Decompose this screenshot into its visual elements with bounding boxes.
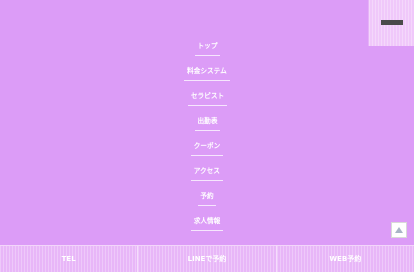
menu-item-access: アクセス: [0, 158, 414, 183]
menu-link-label: 予約: [200, 192, 214, 200]
menu-link-label: セラピスト: [190, 92, 224, 100]
menu-item-reservation: 予約: [0, 183, 414, 208]
line-reserve-button[interactable]: LINEで予約: [138, 245, 277, 272]
web-reserve-button[interactable]: WEB予約: [276, 245, 414, 272]
menu-link-top[interactable]: トップ: [194, 41, 220, 56]
page-top-button[interactable]: [391, 222, 407, 238]
menu-link-schedule[interactable]: 出勤表: [194, 116, 220, 131]
menu-item-recruit: 求人情報: [0, 208, 414, 233]
menu-link-label: 出勤表: [197, 117, 217, 125]
menu-link-label: トップ: [197, 42, 217, 50]
menu-item-schedule: 出勤表: [0, 108, 414, 133]
menu-link-access[interactable]: アクセス: [191, 166, 223, 181]
menu-link-coupon[interactable]: クーポン: [191, 141, 223, 156]
menu-item-top: トップ: [0, 33, 414, 58]
tel-button[interactable]: TEL: [0, 245, 139, 272]
menu-link-label: アクセス: [193, 167, 221, 175]
bottom-action-bar: TEL LINEで予約 WEB予約: [0, 245, 414, 272]
nav-menu: トップ 料金システム セラピスト 出勤表 クーポン アクセス 予約 求人情報: [0, 33, 414, 233]
menu-link-label: 求人情報: [193, 217, 221, 225]
menu-item-pricing: 料金システム: [0, 58, 414, 83]
menu-link-label: クーポン: [193, 142, 221, 150]
menu-link-reservation[interactable]: 予約: [198, 191, 216, 206]
menu-item-therapist: セラピスト: [0, 83, 414, 108]
triangle-up-icon: [395, 227, 403, 233]
menu-link-recruit[interactable]: 求人情報: [191, 216, 223, 231]
menu-link-therapist[interactable]: セラピスト: [187, 91, 227, 106]
minus-bar-icon: [381, 20, 403, 25]
menu-link-pricing[interactable]: 料金システム: [184, 66, 230, 81]
menu-item-coupon: クーポン: [0, 133, 414, 158]
menu-link-label: 料金システム: [187, 67, 227, 75]
